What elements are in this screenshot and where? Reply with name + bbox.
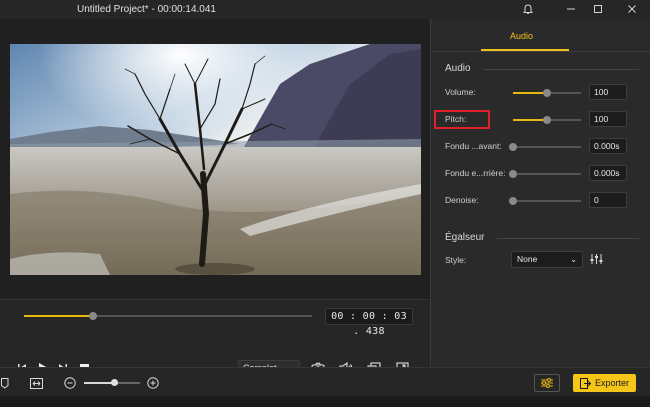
progress-fill — [24, 315, 94, 317]
slider-fill — [513, 119, 547, 121]
progress-handle[interactable] — [89, 312, 98, 320]
pitch-highlight — [434, 110, 490, 129]
slider-handle[interactable] — [509, 197, 517, 205]
marker-icon[interactable] — [0, 376, 10, 390]
equalizer-style-select[interactable]: None ⌄ — [511, 251, 583, 268]
param-value-field[interactable]: 100 — [589, 84, 627, 100]
audio-section-title: Audio — [445, 63, 471, 74]
param-value-field[interactable]: 0.000s — [589, 165, 627, 181]
param-value-field[interactable]: 0 — [589, 192, 627, 208]
maximize-icon[interactable] — [590, 2, 606, 16]
bell-icon[interactable] — [520, 2, 536, 16]
param-label: Fondu ...avant: — [445, 141, 502, 151]
section-divider — [497, 238, 639, 239]
preview-pane: 00 : 00 : 03 . 438 Complet ⌄ — [0, 19, 430, 377]
slider-handle[interactable] — [509, 170, 517, 178]
zoom-slider[interactable] — [84, 379, 140, 386]
param-slider[interactable] — [513, 116, 581, 124]
zoom-fill — [84, 382, 115, 384]
timeline-ruler — [0, 396, 650, 407]
current-timecode: 00 : 00 : 03 . 438 — [325, 308, 413, 337]
equalizer-style-value: None — [517, 254, 538, 264]
minimize-icon[interactable] — [563, 2, 579, 16]
window-title: Untitled Project* - 00:00:14.041 — [77, 4, 216, 15]
fit-timeline-icon[interactable] — [29, 376, 43, 390]
playback-progress[interactable] — [24, 312, 312, 320]
param-value-field[interactable]: 100 — [589, 111, 627, 127]
param-slider[interactable] — [513, 89, 581, 97]
title-bar: Untitled Project* - 00:00:14.041 — [0, 0, 650, 19]
slider-fill — [513, 92, 547, 94]
style-label: Style: — [445, 255, 467, 265]
equalizer-section-title: Égalseur — [445, 232, 485, 243]
zoom-in-icon[interactable] — [146, 376, 159, 389]
param-label: Volume: — [445, 87, 476, 97]
video-preview[interactable] — [10, 44, 421, 275]
param-slider[interactable] — [509, 170, 581, 178]
bottom-toolbar: Exporter — [0, 367, 650, 396]
chevron-down-icon: ⌄ — [570, 255, 577, 264]
export-label: Exporter — [594, 378, 629, 388]
audio-panel: Audio Audio Volume: 100 Pitch: 100 Fondu ...… — [430, 19, 650, 367]
param-value-field[interactable]: 0.000s — [589, 138, 627, 154]
equalizer-settings-icon[interactable] — [589, 252, 603, 266]
tab-audio[interactable]: Audio — [510, 31, 533, 41]
export-icon — [579, 377, 591, 389]
slider-handle[interactable] — [543, 89, 551, 97]
close-icon[interactable] — [624, 2, 640, 16]
slider-handle[interactable] — [509, 143, 517, 151]
export-button[interactable]: Exporter — [573, 374, 636, 392]
zoom-out-icon[interactable] — [63, 376, 76, 389]
param-label: Denoise: — [445, 195, 479, 205]
playback-bar: 00 : 00 : 03 . 438 Complet ⌄ — [0, 299, 430, 377]
param-slider[interactable] — [509, 143, 581, 151]
adjust-button[interactable] — [534, 374, 560, 392]
param-slider[interactable] — [509, 197, 581, 205]
section-divider — [483, 69, 639, 70]
sliders-icon — [541, 378, 553, 388]
zoom-handle[interactable] — [111, 379, 119, 386]
slider-handle[interactable] — [543, 116, 551, 124]
tab-divider — [431, 51, 650, 52]
param-label: Fondu e...rrière: — [445, 168, 506, 178]
